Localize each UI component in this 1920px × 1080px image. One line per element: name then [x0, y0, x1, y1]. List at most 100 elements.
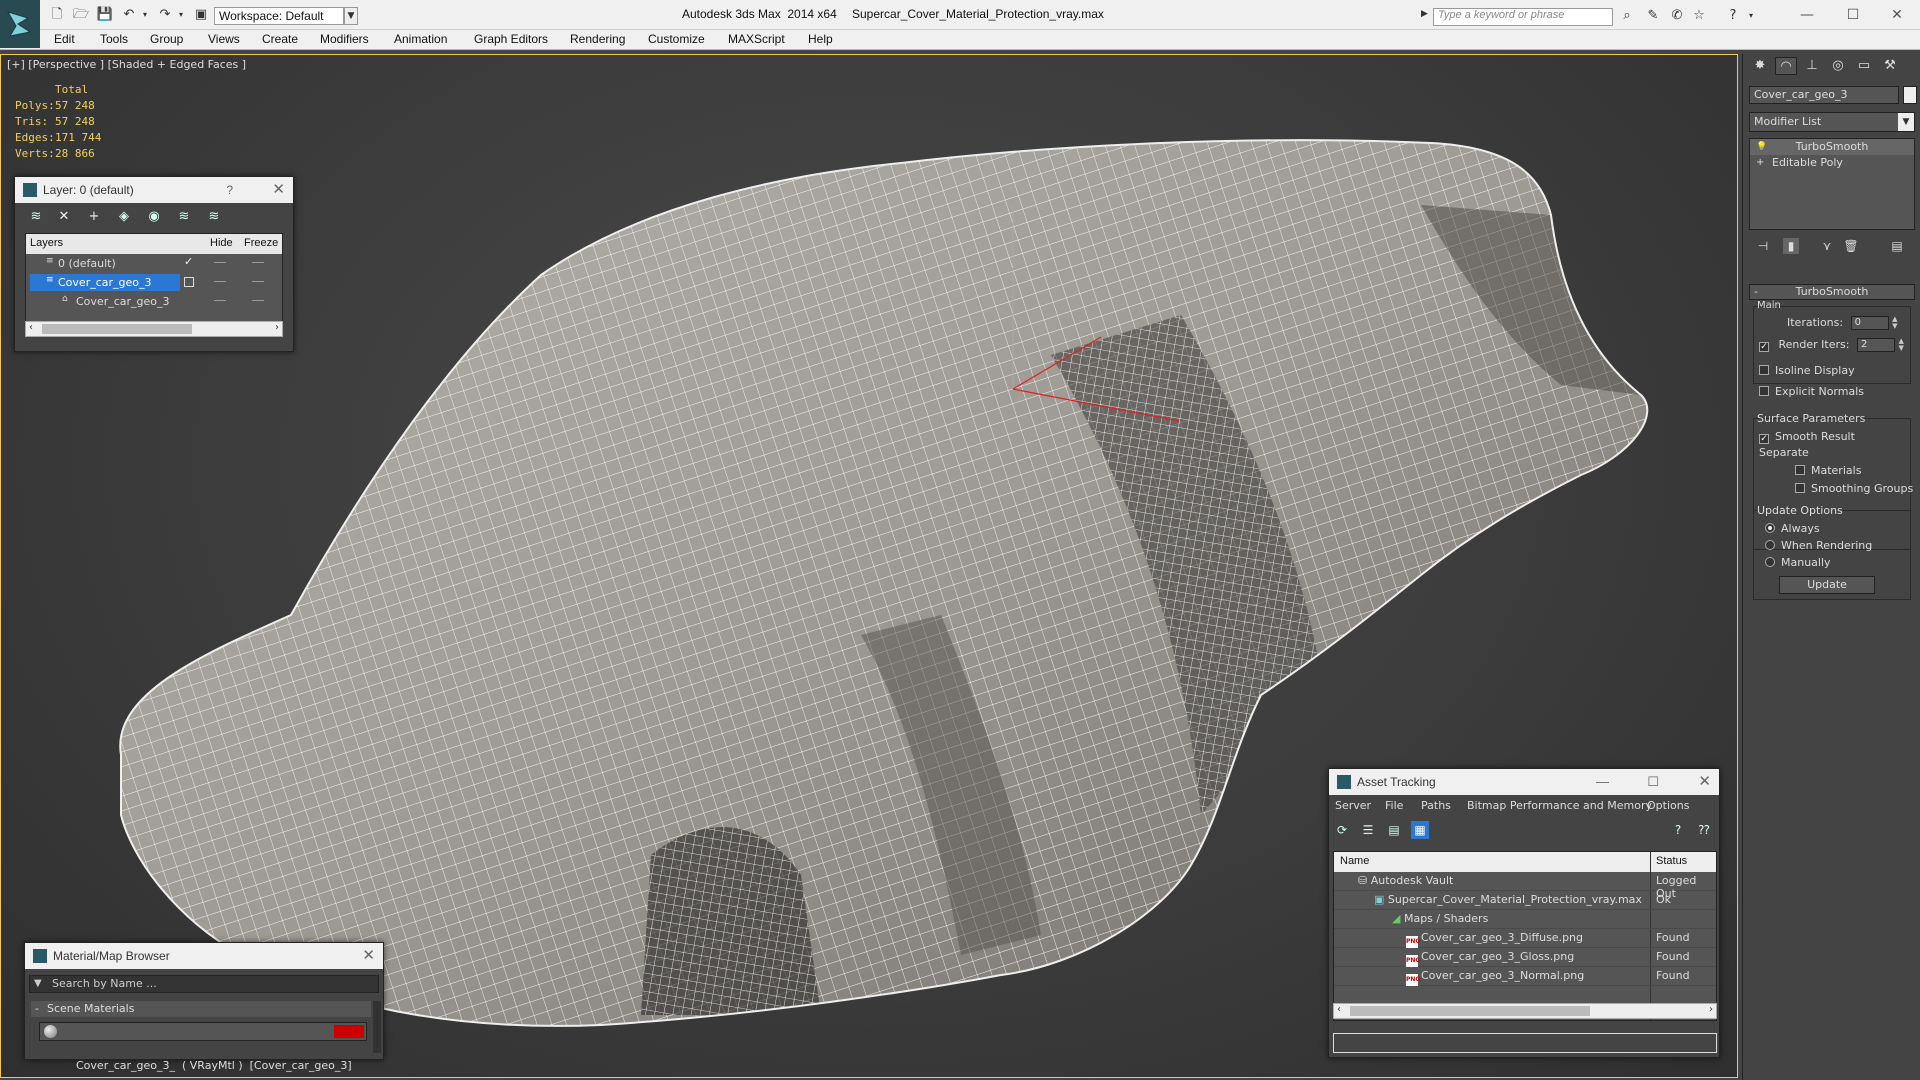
- layer-row[interactable]: 0 (default) ≡ ✓: [26, 254, 282, 273]
- collapse-icon[interactable]: -: [35, 1001, 39, 1017]
- select-objects-icon[interactable]: ◈: [115, 209, 133, 225]
- object-name-field[interactable]: Cover_car_geo_3: [1749, 86, 1899, 104]
- menu-options[interactable]: Options: [1647, 799, 1689, 812]
- menu-paths[interactable]: Paths: [1421, 799, 1451, 812]
- search-expand-icon[interactable]: ▶: [1421, 9, 1431, 21]
- freeze-toggle[interactable]: [252, 281, 264, 282]
- col-freeze[interactable]: Freeze: [244, 237, 278, 249]
- chevron-down-icon[interactable]: ▼: [1898, 113, 1914, 131]
- menu-group[interactable]: Group: [150, 32, 183, 46]
- menu-help[interactable]: Help: [808, 32, 833, 46]
- minimize-icon[interactable]: —: [1792, 4, 1822, 26]
- object-color-swatch[interactable]: [1903, 86, 1917, 104]
- make-unique-icon[interactable]: ⋎: [1819, 238, 1835, 254]
- scroll-right-icon[interactable]: ›: [275, 322, 279, 333]
- scroll-left-icon[interactable]: ‹: [29, 322, 33, 333]
- hide-all-icon[interactable]: ≋: [175, 209, 193, 225]
- col-status[interactable]: Status: [1656, 855, 1687, 867]
- help-context-icon[interactable]: ⁇: [1695, 821, 1713, 839]
- search-input[interactable]: Type a keyword or phrase: [1433, 8, 1613, 26]
- asset-row-gloss[interactable]: PNGCover_car_geo_3_Gloss.png Found: [1334, 948, 1716, 967]
- help-icon[interactable]: ?: [1724, 8, 1742, 24]
- asset-tracking-titlebar[interactable]: Asset Tracking — ☐ ✕: [1329, 769, 1719, 795]
- col-name[interactable]: Name: [1340, 855, 1369, 867]
- freeze-toggle[interactable]: [252, 262, 264, 263]
- subscription-icon[interactable]: ✎: [1644, 8, 1662, 24]
- configure-sets-icon[interactable]: ▤: [1889, 238, 1905, 254]
- binoculars-icon[interactable]: ⌕: [1618, 8, 1636, 24]
- materials-checkbox[interactable]: [1795, 465, 1805, 475]
- menu-views[interactable]: Views: [208, 32, 240, 46]
- new-file-icon[interactable]: 🗋: [48, 7, 66, 23]
- render-iters-checkbox[interactable]: ✓: [1759, 342, 1769, 352]
- scene-materials-group[interactable]: - Scene Materials: [31, 1001, 371, 1017]
- modify-tab-icon[interactable]: ◠: [1775, 57, 1797, 75]
- table-view-icon[interactable]: ▦: [1411, 821, 1429, 839]
- highlight-selected-icon[interactable]: ◉: [145, 209, 163, 225]
- menu-maxscript[interactable]: MAXScript: [728, 32, 785, 46]
- menu-server[interactable]: Server: [1335, 799, 1371, 812]
- create-tab-icon[interactable]: ✸: [1749, 57, 1771, 75]
- help-icon[interactable]: ?: [226, 177, 233, 203]
- pin-stack-icon[interactable]: ⊣: [1755, 238, 1771, 254]
- viewport-label[interactable]: [+] [Perspective ] [Shaded + Edged Faces…: [7, 58, 246, 71]
- spinner-icon[interactable]: ▲ ▼: [1892, 316, 1900, 330]
- menu-create[interactable]: Create: [262, 32, 298, 46]
- hide-toggle[interactable]: [214, 281, 226, 282]
- layer-row[interactable]: Cover_car_geo_3 ⌂: [26, 292, 282, 311]
- workspace-dropdown-icon[interactable]: ▼: [344, 7, 358, 25]
- communication-icon[interactable]: ✆: [1668, 8, 1686, 24]
- scroll-right-icon[interactable]: ›: [1709, 1004, 1713, 1015]
- hide-toggle[interactable]: [214, 300, 226, 301]
- remove-modifier-icon[interactable]: 🗑: [1843, 238, 1859, 254]
- display-tab-icon[interactable]: ▭: [1853, 57, 1875, 75]
- menu-edit[interactable]: Edit: [54, 32, 75, 46]
- smoothing-groups-checkbox[interactable]: [1795, 483, 1805, 493]
- open-file-icon[interactable]: 🗁: [72, 7, 90, 23]
- set-current-box[interactable]: [184, 277, 194, 287]
- menu-tools[interactable]: Tools: [100, 32, 128, 46]
- material-item[interactable]: Cover_car_geo_3_ ( VRayMtl ) [Cover_car_…: [39, 1022, 367, 1072]
- asset-horizontal-scrollbar[interactable]: ‹ ›: [1333, 1003, 1717, 1019]
- menu-file[interactable]: File: [1385, 799, 1403, 812]
- always-radio[interactable]: [1765, 523, 1775, 533]
- motion-tab-icon[interactable]: ◎: [1827, 57, 1849, 75]
- hierarchy-tab-icon[interactable]: ⊥: [1801, 57, 1823, 75]
- layer-dialog-titlebar[interactable]: Layer: 0 (default) ? ✕: [15, 177, 293, 203]
- help-icon[interactable]: ?: [1669, 821, 1687, 839]
- close-icon[interactable]: ✕: [1882, 4, 1912, 26]
- maximize-icon[interactable]: ☐: [1838, 4, 1868, 26]
- freeze-all-icon[interactable]: ≋: [205, 209, 223, 225]
- isoline-checkbox[interactable]: [1759, 365, 1769, 375]
- add-to-layer-icon[interactable]: +: [85, 209, 103, 225]
- col-layers[interactable]: Layers: [30, 237, 63, 249]
- delete-layer-icon[interactable]: ✕: [55, 209, 73, 225]
- undo-dropdown-icon[interactable]: ▾: [136, 7, 154, 23]
- when-rendering-radio[interactable]: [1765, 540, 1775, 550]
- maximize-icon[interactable]: ☐: [1647, 769, 1659, 795]
- refresh-icon[interactable]: ⟳: [1333, 821, 1351, 839]
- material-search-input[interactable]: ▼ Search by Name ...: [29, 975, 379, 993]
- stack-item-editable-poly[interactable]: + Editable Poly: [1750, 155, 1914, 171]
- filter-icon[interactable]: ▼: [34, 976, 42, 992]
- layer-horizontal-scrollbar[interactable]: ‹ ›: [25, 321, 283, 337]
- scroll-thumb[interactable]: [1350, 1006, 1590, 1016]
- asset-row-vault[interactable]: ⛁ Autodesk Vault Logged Out: [1334, 872, 1716, 900]
- material-browser-titlebar[interactable]: Material/Map Browser ✕: [25, 943, 383, 969]
- minimize-icon[interactable]: —: [1596, 769, 1609, 795]
- asset-row-maps[interactable]: ◢ Maps / Shaders: [1334, 910, 1716, 929]
- app-logo-button[interactable]: [0, 0, 40, 48]
- utilities-tab-icon[interactable]: ⚒: [1879, 57, 1901, 75]
- close-icon[interactable]: ✕: [272, 177, 285, 203]
- collapse-icon[interactable]: -: [1754, 285, 1758, 299]
- list-view-icon[interactable]: ☰: [1359, 821, 1377, 839]
- menu-modifiers[interactable]: Modifiers: [320, 32, 369, 46]
- menu-rendering[interactable]: Rendering: [570, 32, 625, 46]
- create-layer-icon[interactable]: ≋: [27, 209, 45, 225]
- turbosmooth-rollout-header[interactable]: - TurboSmooth: [1749, 284, 1915, 300]
- close-icon[interactable]: ✕: [1698, 769, 1711, 795]
- workspace-selector[interactable]: Workspace: Default: [214, 7, 344, 25]
- update-button[interactable]: Update: [1779, 576, 1875, 594]
- spinner-icon[interactable]: ▲ ▼: [1898, 338, 1906, 352]
- show-end-result-icon[interactable]: ▮: [1783, 238, 1799, 254]
